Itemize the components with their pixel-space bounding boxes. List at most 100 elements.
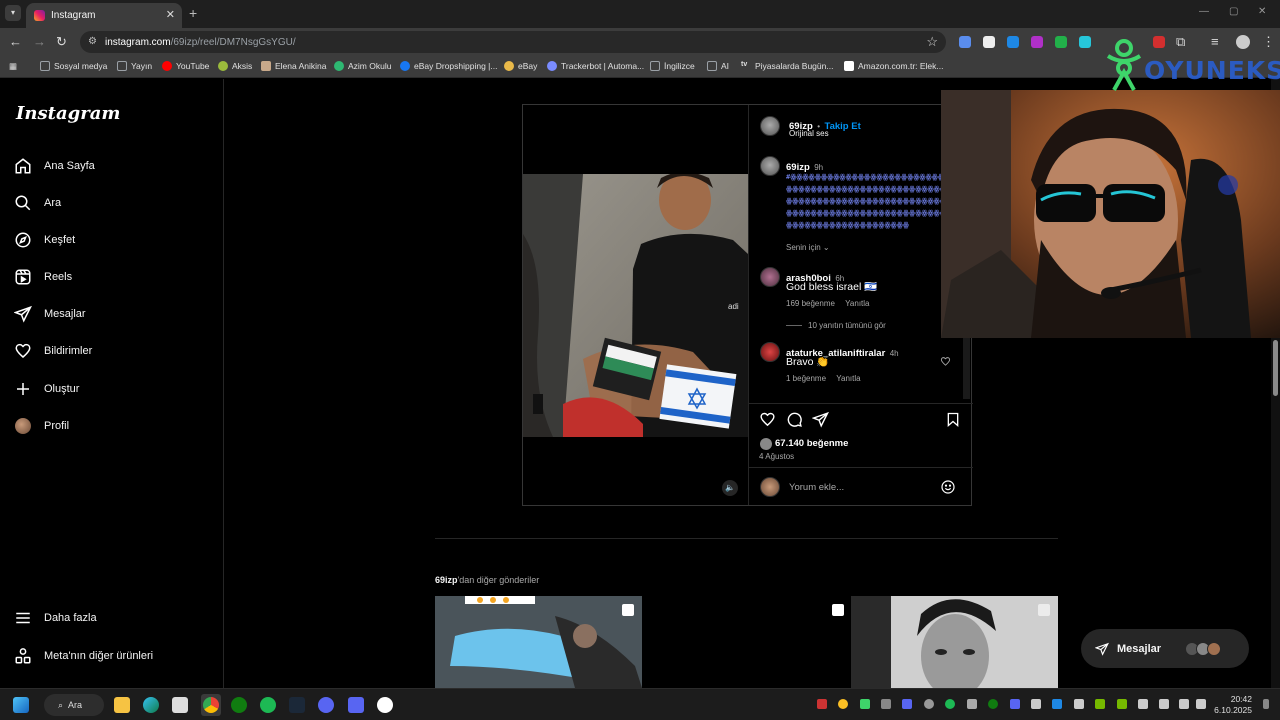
tray-icon[interactable]	[988, 699, 998, 709]
spotify-icon[interactable]	[260, 697, 276, 713]
maximize-icon[interactable]: ▢	[1229, 6, 1238, 17]
comment-input[interactable]: Yorum ekle...	[789, 482, 844, 493]
bookmark-item[interactable]: eBay Dropshipping |...	[400, 61, 497, 71]
bookmark-star-icon[interactable]: ☆	[926, 34, 938, 50]
comment-likes[interactable]: 169 beğenme	[786, 299, 835, 308]
bookmark-item[interactable]: Sosyal medya	[40, 61, 107, 71]
xbox-icon[interactable]	[231, 697, 247, 713]
network-icon[interactable]	[1179, 699, 1189, 709]
discord-icon[interactable]	[318, 697, 334, 713]
bookmark-item[interactable]: Azim Okulu	[334, 61, 391, 71]
instagram-logo[interactable]: Instagram	[16, 103, 120, 124]
nvidia-icon[interactable]	[1095, 699, 1105, 709]
sort-dropdown[interactable]: Senin için ⌄	[786, 243, 830, 252]
tray-icon[interactable]	[902, 699, 912, 709]
mute-button[interactable]: 🔈	[722, 480, 738, 496]
bookmark-item[interactable]: YouTube	[162, 61, 209, 71]
sidebar-item-home[interactable]: Ana Sayfa	[14, 157, 95, 175]
author-avatar[interactable]	[760, 116, 780, 136]
emoji-icon[interactable]	[940, 479, 956, 495]
bookmark-item[interactable]: tv Piyasalarda Bugün...	[741, 61, 833, 71]
caption-avatar[interactable]	[760, 156, 780, 176]
share-send-icon[interactable]	[812, 411, 829, 428]
tray-icon[interactable]	[924, 699, 934, 709]
new-tab-button[interactable]: +	[189, 5, 197, 21]
edge-icon[interactable]	[143, 697, 159, 713]
notification-icon[interactable]	[1263, 699, 1269, 709]
taskbar-search[interactable]: ⌕ Ara	[44, 694, 104, 716]
comment-bubble-icon[interactable]	[786, 411, 803, 428]
extension-icon[interactable]	[959, 36, 971, 48]
tab-close-icon[interactable]: ✕	[166, 8, 175, 21]
extension-icon[interactable]	[1079, 36, 1091, 48]
bookmark-item[interactable]: Trackerbot | Automa...	[547, 61, 644, 71]
messages-pill-button[interactable]: Mesajlar	[1081, 629, 1249, 668]
bookmark-item[interactable]: eBay	[504, 61, 537, 71]
more-post-thumbnail[interactable]	[851, 596, 1058, 688]
back-icon[interactable]: ←	[9, 34, 22, 49]
bookmark-item[interactable]: Elena Anikina	[261, 61, 327, 71]
sidebar-item-reels[interactable]: Reels	[14, 268, 72, 286]
comment-like-heart-icon[interactable]	[940, 356, 951, 367]
tray-icon[interactable]	[945, 699, 955, 709]
tray-icon[interactable]	[881, 699, 891, 709]
sidebar-item-explore[interactable]: Keşfet	[14, 231, 75, 249]
site-info-icon[interactable]: ⚙	[88, 36, 97, 47]
audio-label[interactable]: Orijinal ses	[789, 129, 829, 138]
sidebar-item-messages[interactable]: Mesajlar	[14, 305, 86, 323]
close-window-icon[interactable]: ✕	[1258, 6, 1266, 17]
comment-likes[interactable]: 1 beğenme	[786, 374, 826, 383]
comment-avatar[interactable]	[760, 267, 780, 287]
tray-icon[interactable]	[967, 699, 977, 709]
browser-tab[interactable]: Instagram ✕	[26, 3, 182, 28]
tray-icon[interactable]	[1074, 699, 1084, 709]
obs-icon[interactable]	[377, 697, 393, 713]
apps-grid-icon[interactable]: ▦	[9, 61, 17, 72]
reply-button[interactable]: Yanıtla	[845, 299, 869, 308]
comment-avatar[interactable]	[760, 342, 780, 362]
extension-icon[interactable]	[1007, 36, 1019, 48]
bookmark-item[interactable]: AI	[707, 61, 729, 71]
app-icon[interactable]	[348, 697, 364, 713]
reply-button[interactable]: Yanıtla	[836, 374, 860, 383]
extension-icon[interactable]	[1055, 36, 1067, 48]
bookmark-item[interactable]: İngilizce	[650, 61, 695, 71]
tray-icon[interactable]	[817, 699, 827, 709]
bookmark-item[interactable]: Yayın	[117, 61, 152, 71]
sidebar-item-profile[interactable]: Profil	[14, 418, 69, 434]
sidebar-item-meta-products[interactable]: Meta'nın diğer ürünleri	[14, 647, 153, 665]
like-count[interactable]: 67.140 beğenme	[775, 438, 848, 449]
steam-icon[interactable]	[289, 697, 305, 713]
more-post-thumbnail[interactable]	[435, 596, 642, 688]
reel-video[interactable]: adi 🔈	[523, 105, 748, 505]
view-replies-button[interactable]: 10 yanıtın tümünü gör	[786, 321, 886, 330]
sidebar-item-more[interactable]: Daha fazla	[14, 609, 97, 627]
reload-icon[interactable]: ↻	[56, 34, 67, 50]
page-scrollbar-thumb[interactable]	[1273, 340, 1278, 396]
extension-icon[interactable]	[983, 36, 995, 48]
taskbar-clock[interactable]: 20:42 6.10.2025	[1214, 694, 1252, 716]
nvidia-icon[interactable]	[1117, 699, 1127, 709]
tray-icon[interactable]	[838, 699, 848, 709]
save-bookmark-icon[interactable]	[945, 411, 961, 428]
bookmark-item[interactable]: Aksis	[218, 61, 252, 71]
store-icon[interactable]	[172, 697, 188, 713]
more-post-thumbnail[interactable]	[642, 596, 849, 688]
tray-icon[interactable]	[1031, 699, 1041, 709]
extension-icon[interactable]	[1031, 36, 1043, 48]
tray-icon[interactable]	[860, 699, 870, 709]
volume-icon[interactable]	[1196, 699, 1206, 709]
url-field[interactable]: ⚙ instagram.com/69izp/reel/DM7NsgGsYGU/ …	[80, 31, 946, 53]
bluetooth-icon[interactable]	[1052, 699, 1062, 709]
bookmark-item[interactable]: Amazon.com.tr: Elek...	[844, 61, 944, 71]
tab-search-button[interactable]: ▾	[5, 5, 21, 21]
more-posts-user[interactable]: 69izp	[435, 575, 458, 585]
tray-icon[interactable]	[1010, 699, 1020, 709]
sidebar-item-search[interactable]: Ara	[14, 194, 61, 212]
forward-icon[interactable]: →	[33, 34, 46, 49]
like-heart-icon[interactable]	[759, 411, 776, 428]
sidebar-item-notifications[interactable]: Bildirimler	[14, 342, 92, 360]
file-explorer-icon[interactable]	[114, 697, 130, 713]
minimize-icon[interactable]: —	[1199, 6, 1209, 17]
sidebar-item-create[interactable]: Oluştur	[14, 380, 79, 398]
